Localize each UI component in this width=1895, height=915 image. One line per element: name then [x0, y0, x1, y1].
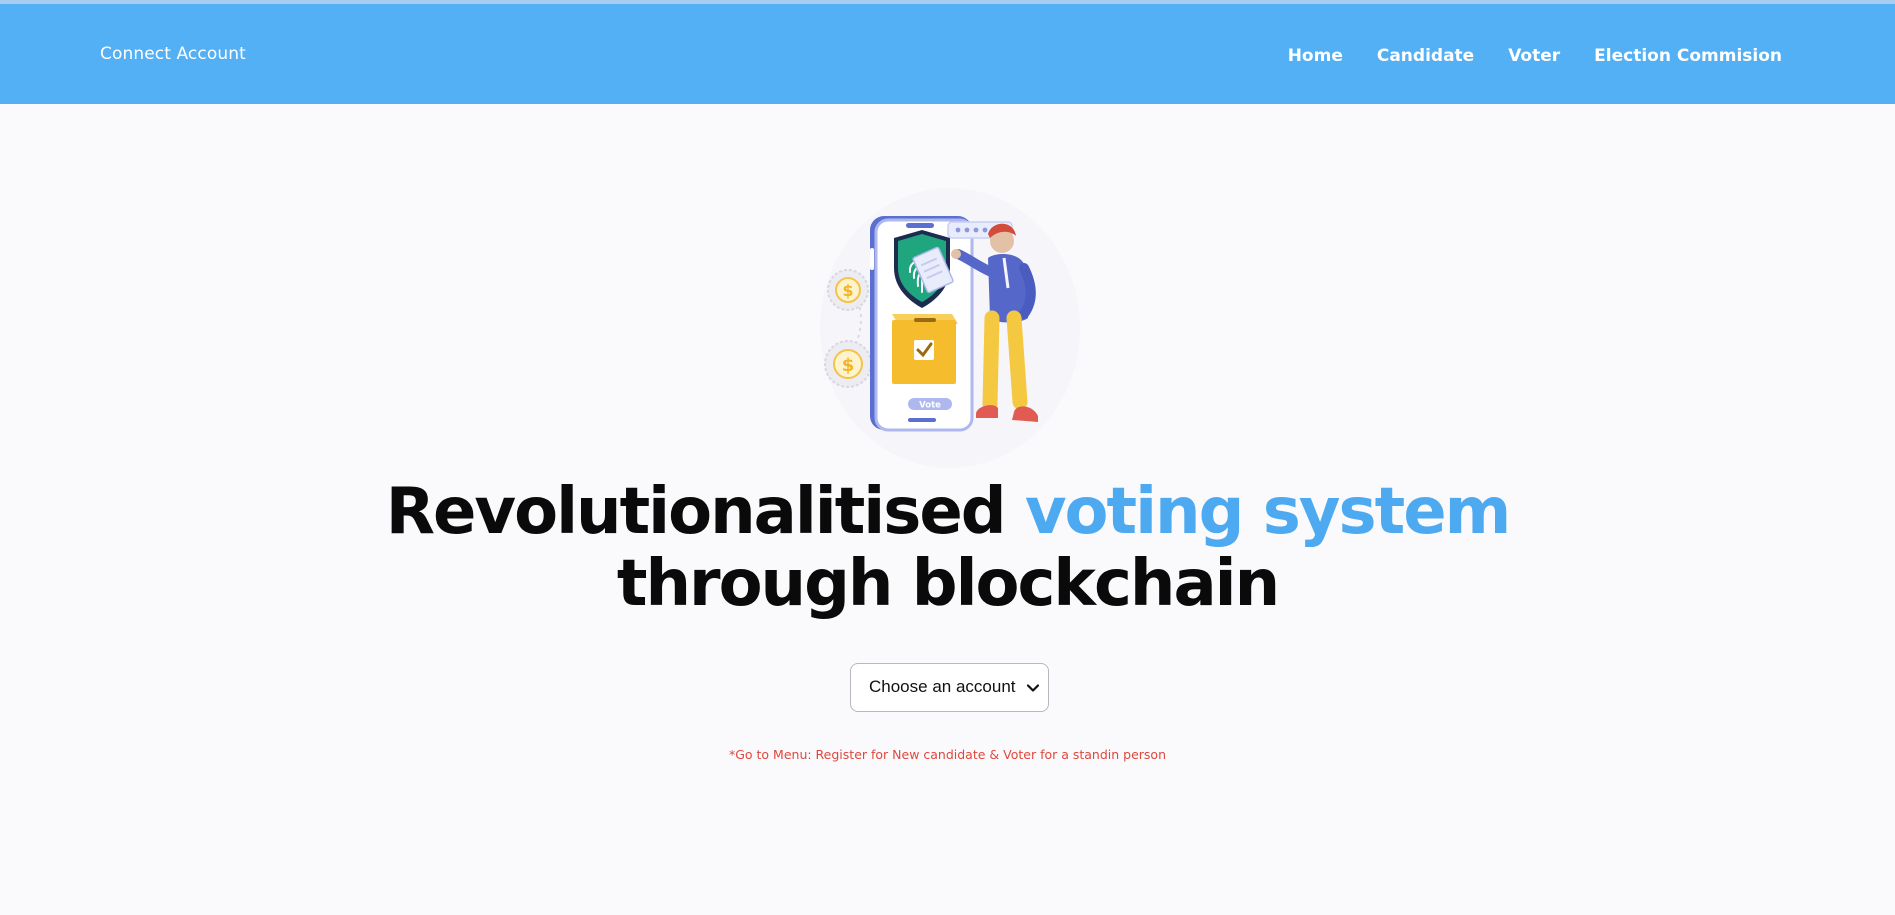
dollar-coin-icon: $ — [824, 340, 872, 388]
ballot-label: Vote — [919, 401, 941, 411]
voting-phone-illustration: $ $ Vote — [820, 188, 1080, 468]
connect-account-button[interactable]: Connect Account — [100, 44, 246, 64]
headline-accent: voting system — [1024, 475, 1511, 549]
nav-candidate[interactable]: Candidate — [1377, 46, 1474, 66]
register-note: *Go to Menu: Register for New candidate … — [728, 747, 1167, 762]
chevron-down-icon — [1026, 684, 1040, 692]
svg-text:$: $ — [842, 355, 855, 376]
dollar-coin-icon: $ — [827, 269, 869, 311]
nav-home[interactable]: Home — [1288, 46, 1343, 66]
headline-part2: through blockchain — [616, 547, 1280, 621]
svg-text:$: $ — [842, 281, 853, 300]
headline-part1: Revolutionalitised — [385, 475, 1025, 549]
hero-headline: Revolutionalitised voting system through… — [0, 476, 1895, 620]
nav-election-commision[interactable]: Election Commision — [1594, 46, 1782, 66]
account-select-value: Choose an account — [869, 677, 1016, 696]
navbar: Connect Account Home Candidate Voter Ele… — [0, 4, 1895, 104]
nav-voter[interactable]: Voter — [1508, 46, 1560, 66]
account-select[interactable]: Choose an account — [850, 663, 1049, 712]
nav-links: Home Candidate Voter Election Commision — [1288, 46, 1782, 66]
ballot-box-icon — [892, 314, 958, 384]
